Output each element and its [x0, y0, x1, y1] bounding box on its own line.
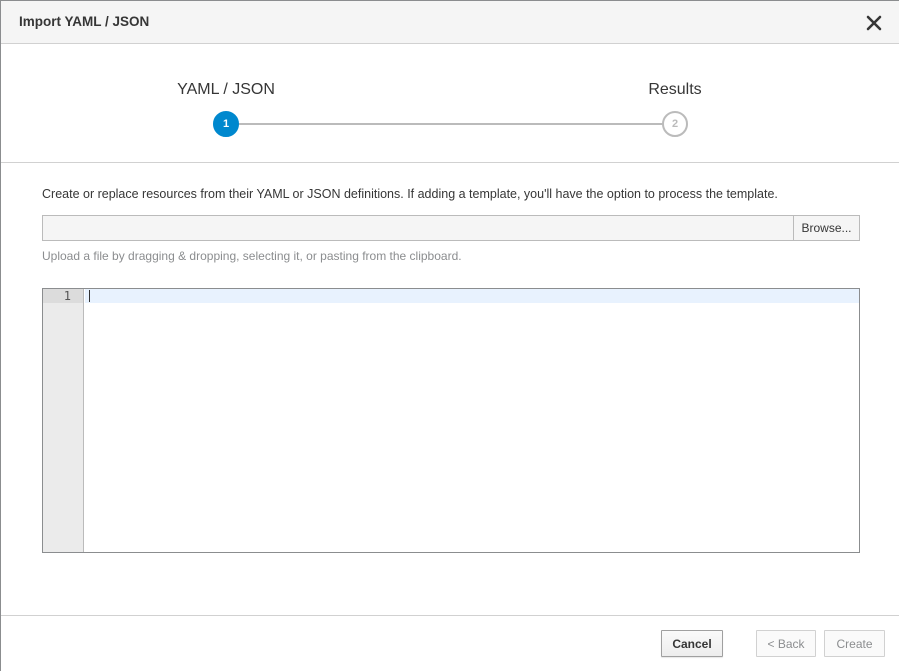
- close-button[interactable]: [863, 12, 885, 34]
- editor-code-area[interactable]: [85, 289, 859, 552]
- modal-footer: Cancel < Back Create: [1, 615, 899, 672]
- upload-hint: Upload a file by dragging & dropping, se…: [42, 249, 462, 263]
- create-button[interactable]: Create: [824, 630, 885, 657]
- line-number: 1: [63, 289, 71, 303]
- step-number-1: 1: [222, 118, 230, 130]
- editor-active-line: [85, 289, 859, 303]
- import-yaml-modal: Import YAML / JSON YAML / JSON Results 1…: [0, 0, 899, 672]
- step-connector-line: [226, 123, 675, 125]
- editor-gutter: 1: [43, 289, 84, 552]
- step-label-results[interactable]: Results: [648, 81, 701, 99]
- step-circle-1[interactable]: 1: [213, 111, 239, 137]
- step-circle-2[interactable]: 2: [662, 111, 688, 137]
- close-icon: [866, 15, 882, 31]
- modal-title: Import YAML / JSON: [19, 14, 150, 29]
- wizard-steps: YAML / JSON Results 1 2: [1, 45, 899, 163]
- text-cursor: [89, 290, 90, 302]
- file-path-input[interactable]: [42, 215, 794, 241]
- help-text: Create or replace resources from their Y…: [42, 187, 778, 201]
- modal-header: Import YAML / JSON: [1, 1, 899, 44]
- browse-button[interactable]: Browse...: [793, 215, 860, 241]
- cancel-button[interactable]: Cancel: [661, 630, 723, 657]
- back-button[interactable]: < Back: [756, 630, 816, 657]
- step-label-yaml-json[interactable]: YAML / JSON: [177, 81, 275, 99]
- yaml-editor[interactable]: 1: [42, 288, 860, 553]
- step-number-2: 2: [671, 118, 679, 130]
